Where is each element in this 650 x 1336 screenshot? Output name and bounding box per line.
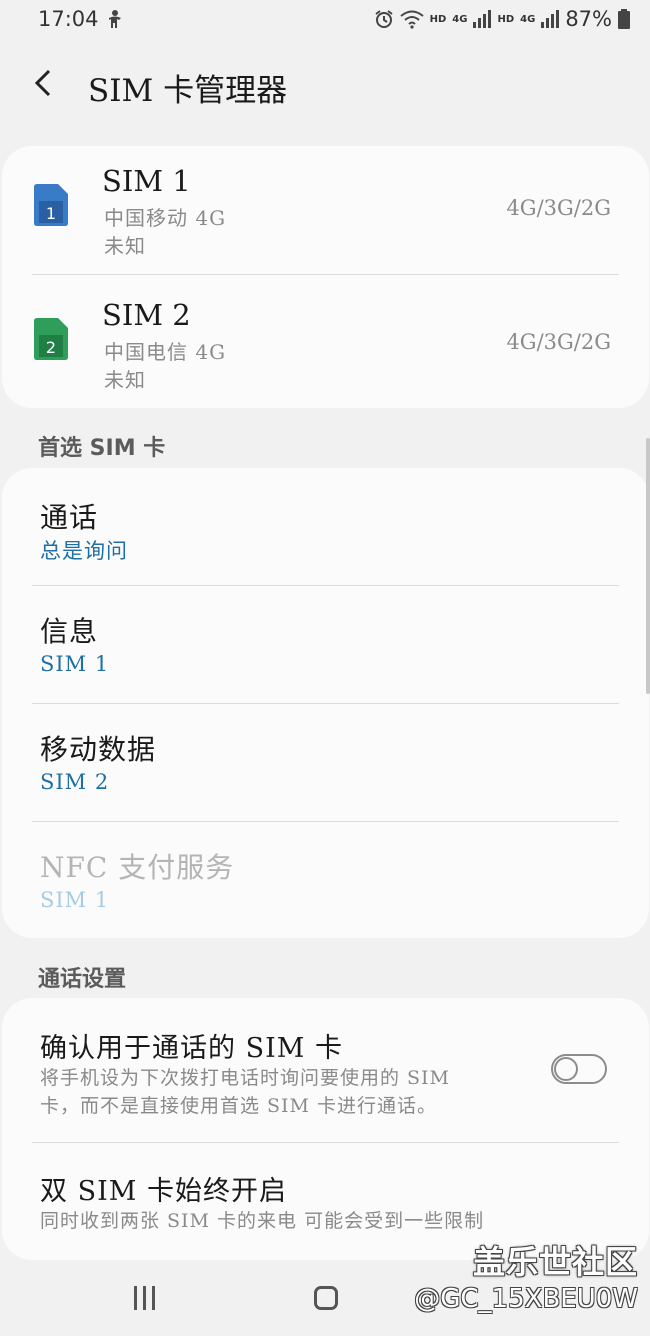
pref-value: SIM 1	[40, 888, 110, 912]
status-time: 17:04	[38, 7, 99, 31]
setting-description: 将手机设为下次拨打电话时询问要使用的 SIM	[40, 1067, 451, 1089]
setting-description: 同时收到两张 SIM 卡的来电 可能会受到一些限制	[40, 1210, 485, 1232]
pref-item-mobile-data[interactable]: 移动数据 SIM 2	[2, 704, 649, 821]
home-icon[interactable]	[314, 1286, 338, 1310]
sim-1-carrier: 中国移动 4G	[104, 206, 227, 230]
network-label-1: 4G	[452, 13, 468, 25]
signal-1-icon	[473, 10, 492, 28]
pref-title: 通话	[40, 501, 99, 534]
sim-2-status: 未知	[104, 368, 146, 392]
setting-description: 卡，而不是直接使用首选 SIM 卡进行通话。	[40, 1095, 438, 1117]
sim-2-icon: 2	[34, 318, 68, 360]
battery-percent: 87%	[565, 7, 612, 31]
call-settings-list: 确认用于通话的 SIM 卡 将手机设为下次拨打电话时询问要使用的 SIM 卡，而…	[2, 998, 649, 1260]
pref-title: 信息	[40, 615, 99, 648]
section-label-preferred: 首选 SIM 卡	[38, 436, 166, 461]
section-label-call-settings: 通话设置	[38, 967, 127, 992]
svg-text:1: 1	[46, 204, 56, 223]
status-indicators: HD 4G HD 4G 87%	[374, 7, 630, 31]
battery-icon	[618, 9, 630, 29]
sim-2-row[interactable]: 2 SIM 2 中国电信 4G 未知 4G/3G/2G	[2, 276, 649, 406]
pref-title: 移动数据	[40, 733, 157, 766]
recents-icon[interactable]	[132, 1286, 158, 1310]
setting-title: 双 SIM 卡始终开启	[40, 1176, 287, 1207]
sim-2-carrier: 中国电信 4G	[104, 340, 227, 364]
wifi-icon	[399, 10, 424, 29]
sim-2-network: 4G/3G/2G	[506, 330, 611, 354]
sim-1-icon: 1	[34, 184, 68, 226]
sim-2-name: SIM 2	[102, 298, 191, 332]
pref-title: NFC 支付服务	[40, 851, 235, 884]
signal-2-icon	[541, 10, 560, 28]
pref-item-messages[interactable]: 信息 SIM 1	[2, 586, 649, 703]
status-bar: 17:04 HD 4G HD 4G 87%	[0, 0, 650, 40]
sim-1-row[interactable]: 1 SIM 1 中国移动 4G 未知 4G/3G/2G	[2, 146, 649, 276]
preferred-sim-list: 通话 总是询问 信息 SIM 1 移动数据 SIM 2 NFC 支付服务 SIM…	[2, 468, 649, 938]
svg-text:2: 2	[46, 338, 56, 357]
app-bar: SIM 卡管理器	[0, 60, 650, 110]
sim-1-name: SIM 1	[102, 164, 191, 198]
pref-item-nfc-payment: NFC 支付服务 SIM 1	[2, 822, 649, 938]
hd-label-1: HD	[429, 13, 447, 25]
confirm-sim-for-calls-row[interactable]: 确认用于通话的 SIM 卡 将手机设为下次拨打电话时询问要使用的 SIM 卡，而…	[2, 998, 649, 1142]
setting-title: 确认用于通话的 SIM 卡	[40, 1033, 343, 1064]
confirm-sim-toggle[interactable]	[551, 1054, 607, 1084]
watermark-brand: 盖乐世社区	[472, 1243, 638, 1281]
hd-label-2: HD	[497, 13, 515, 25]
network-label-2: 4G	[520, 13, 536, 25]
sim-card-list: 1 SIM 1 中国移动 4G 未知 4G/3G/2G 2 SIM 2 中国电信…	[2, 146, 649, 408]
watermark-user: @GC_15XBEU0W	[414, 1284, 638, 1314]
sim-1-status: 未知	[104, 234, 146, 258]
pref-item-calls[interactable]: 通话 总是询问	[2, 468, 649, 585]
divider	[32, 274, 619, 275]
pref-value: SIM 1	[40, 652, 110, 676]
back-arrow-icon[interactable]	[32, 68, 54, 98]
scroll-indicator[interactable]	[646, 438, 650, 694]
page-title: SIM 卡管理器	[88, 73, 288, 109]
alarm-icon	[375, 10, 393, 28]
accessibility-icon	[109, 10, 121, 28]
sim-1-network: 4G/3G/2G	[506, 196, 611, 220]
pref-value: 总是询问	[40, 539, 128, 563]
toggle-knob	[554, 1057, 578, 1081]
pref-value: SIM 2	[40, 770, 110, 794]
